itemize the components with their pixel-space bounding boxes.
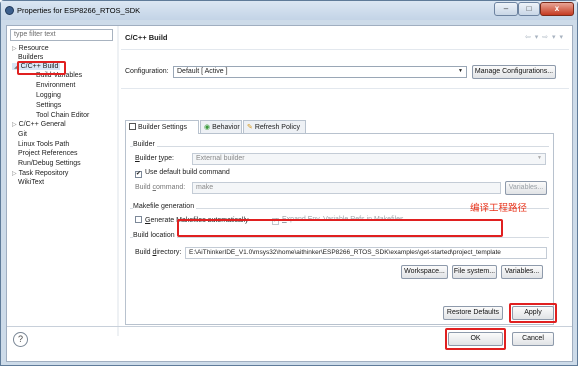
- properties-window: Properties for ESP8266_RTOS_SDK – □ x ty…: [0, 0, 578, 366]
- history-arrows-icon[interactable]: ⇦ ▾ ⇨ ▾ ▾: [525, 33, 564, 41]
- dropdown-arrow-icon: ▼: [537, 155, 542, 161]
- workspace-button[interactable]: Workspace...: [401, 265, 448, 279]
- highlight-apply: [509, 303, 557, 323]
- refresh-policy-icon: ✎: [247, 124, 253, 131]
- build-directory-field[interactable]: E:\AiThinkerIDE_V1.0\msys32\home\aithink…: [185, 247, 547, 259]
- tab-behavior[interactable]: ◉ Behavior: [200, 120, 242, 134]
- builder-variables-button[interactable]: Variables...: [505, 181, 547, 195]
- builder-group: [130, 146, 549, 147]
- builder-group-title: Builder: [133, 141, 157, 148]
- tree-item-settings[interactable]: Settings: [36, 102, 61, 109]
- expand-arrow-icon[interactable]: ▷: [12, 122, 17, 128]
- build-command-label: Build command:: [135, 184, 186, 191]
- config-separator: [121, 88, 569, 89]
- minimize-button[interactable]: –: [494, 2, 518, 16]
- splitter[interactable]: [117, 26, 119, 336]
- filter-input[interactable]: type filter text: [10, 29, 113, 41]
- cancel-button[interactable]: Cancel: [512, 332, 554, 346]
- tab-builder-settings[interactable]: Builder Settings: [125, 120, 199, 134]
- build-directory-label: Build directory:: [135, 249, 182, 256]
- tree-item-environment[interactable]: Environment: [36, 82, 75, 89]
- highlight-cc-build: [17, 61, 66, 75]
- help-icon[interactable]: ?: [13, 332, 28, 347]
- configuration-combo[interactable]: Default [ Active ] ▼: [173, 66, 467, 78]
- build-command-field[interactable]: make: [192, 182, 501, 194]
- build-location-group: [130, 237, 549, 238]
- tree-item-linux-tools-path[interactable]: Linux Tools Path: [18, 141, 69, 148]
- expand-arrow-icon[interactable]: ▷: [12, 171, 17, 177]
- title-bar[interactable]: Properties for ESP8266_RTOS_SDK – □ x: [1, 1, 577, 20]
- behavior-icon: ◉: [204, 124, 211, 131]
- window-title: Properties for ESP8266_RTOS_SDK: [17, 6, 141, 15]
- tree-item-git[interactable]: Git: [18, 131, 27, 138]
- tree-item-cc-general[interactable]: ▷ C/C++ General: [12, 121, 66, 128]
- page-title: C/C++ Build: [125, 33, 168, 42]
- makefile-group-title: Makefile generation: [133, 203, 197, 210]
- builder-type-combo[interactable]: External builder ▼: [192, 153, 546, 165]
- dropdown-arrow-icon: ▼: [458, 68, 463, 74]
- dialog-body: type filter text ▷ Resource Builders ◢ C/C…: [6, 25, 573, 362]
- location-variables-button[interactable]: Variables...: [501, 265, 543, 279]
- tab-refresh-policy[interactable]: ✎ Refresh Policy: [243, 120, 306, 134]
- tree-item-task-repository[interactable]: ▷ Task Repository: [12, 170, 68, 177]
- build-location-group-title: Build location: [133, 232, 177, 239]
- builder-settings-icon: [129, 123, 136, 130]
- highlight-build-directory: [177, 219, 503, 237]
- app-icon: [5, 6, 14, 15]
- tree-item-project-references[interactable]: Project References: [18, 150, 78, 157]
- close-button[interactable]: x: [540, 2, 574, 16]
- tree-item-logging[interactable]: Logging: [36, 92, 61, 99]
- maximize-button[interactable]: □: [518, 2, 540, 16]
- restore-defaults-button[interactable]: Restore Defaults: [443, 306, 503, 320]
- expand-arrow-icon[interactable]: ▷: [12, 46, 17, 52]
- footer-separator: [7, 326, 572, 327]
- highlight-ok: [445, 328, 506, 350]
- configuration-label: Configuration:: [125, 68, 169, 75]
- annotation-text: 编译工程路径: [470, 203, 528, 214]
- file-system-button[interactable]: File system...: [452, 265, 497, 279]
- tree-item-run-debug-settings[interactable]: Run/Debug Settings: [18, 160, 81, 167]
- tree-item-resource[interactable]: ▷ Resource: [12, 45, 49, 52]
- use-default-checkbox[interactable]: ✔ Use default build command: [135, 169, 230, 178]
- builder-type-label: Builder type:: [135, 155, 174, 162]
- checkmark-icon: ✔: [135, 171, 142, 178]
- tree-item-builders[interactable]: Builders: [18, 54, 43, 61]
- title-separator: [121, 49, 569, 50]
- tree-item-wikitext[interactable]: WikiText: [18, 179, 44, 186]
- manage-configurations-button[interactable]: Manage Configurations...: [472, 65, 556, 79]
- tree-item-tool-chain-editor[interactable]: Tool Chain Editor: [36, 112, 89, 119]
